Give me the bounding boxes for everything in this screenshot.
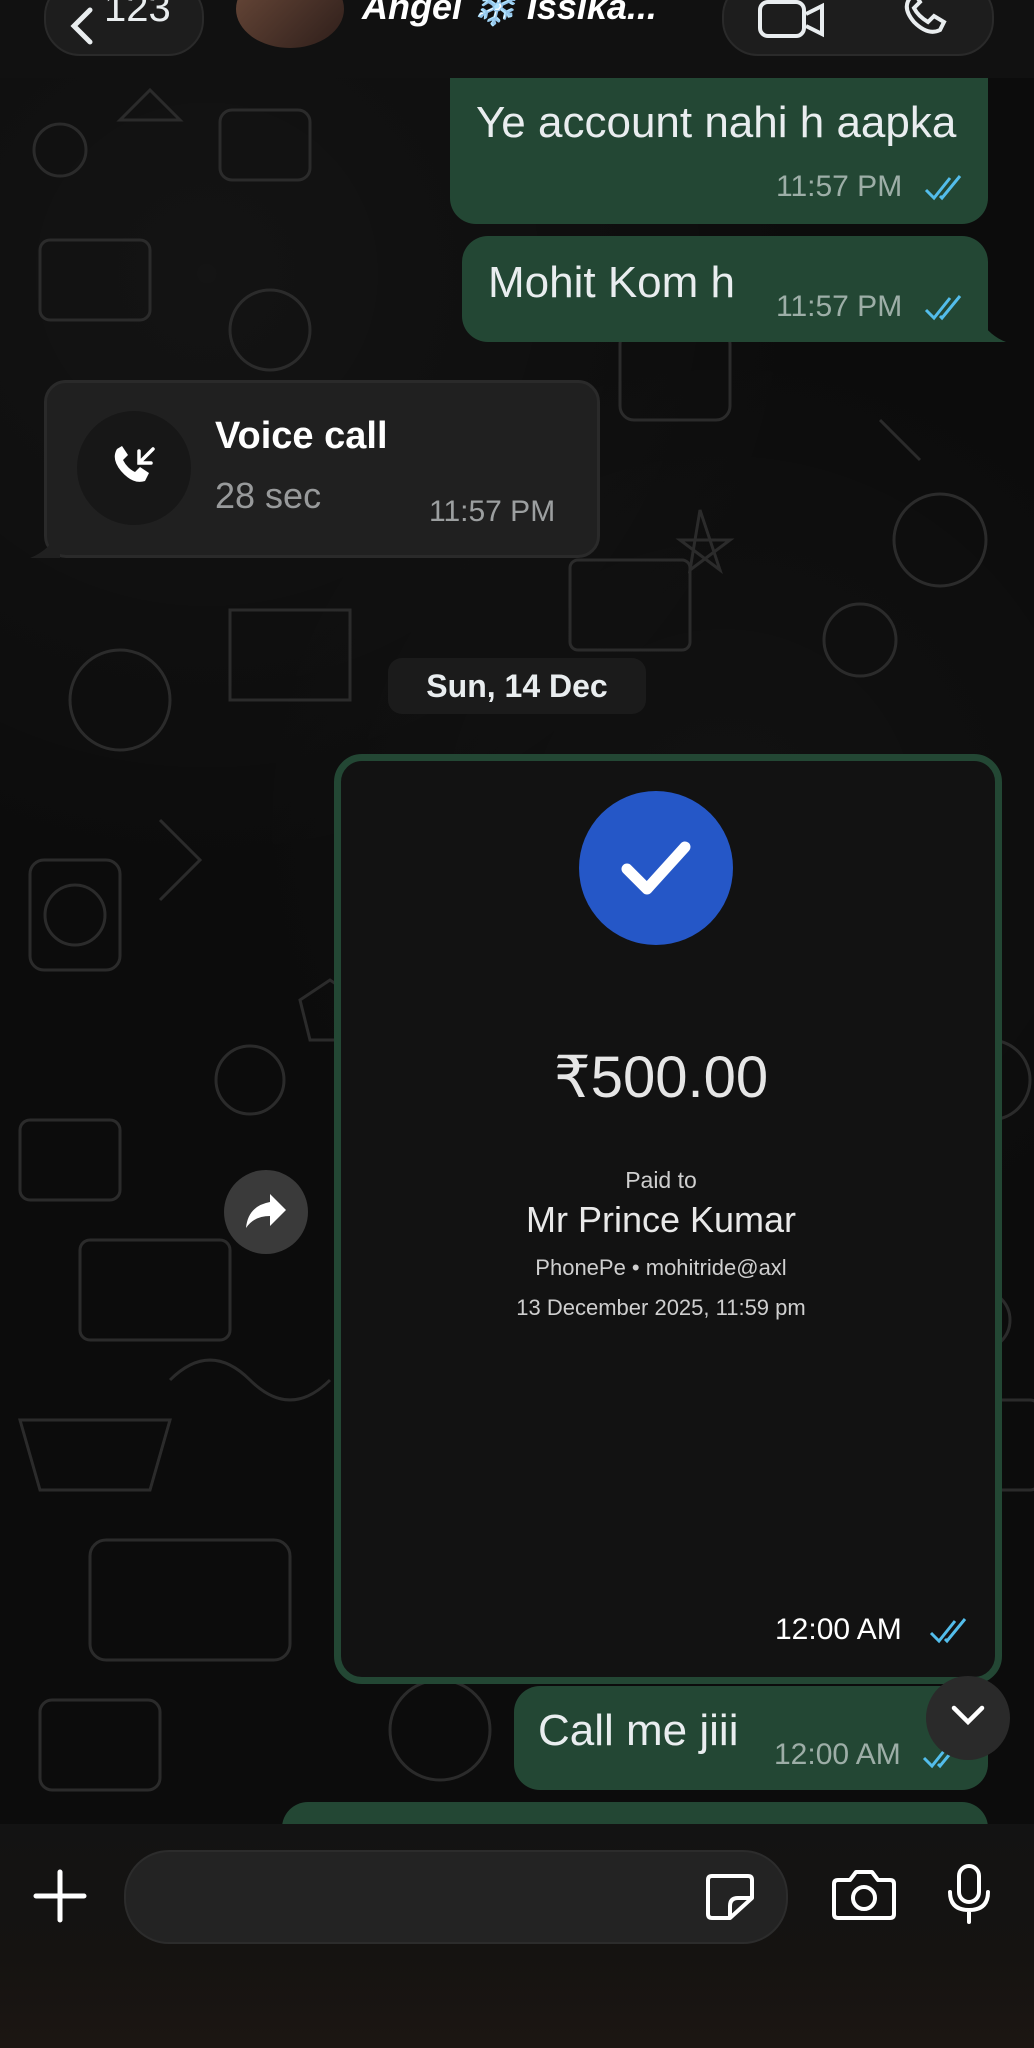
call-duration: 28 sec [215, 475, 322, 516]
message-time: 11:57 PM [429, 495, 556, 528]
payment-method: PhonePe • mohitride@axl [535, 1255, 787, 1280]
plus-icon[interactable] [32, 1868, 88, 1924]
video-call-icon[interactable] [756, 0, 828, 40]
message-time: 11:57 PM [776, 290, 903, 323]
avatar[interactable] [236, 0, 344, 48]
message-time: 11:57 PM [776, 170, 903, 203]
chevron-left-icon [70, 7, 93, 45]
chevron-down-icon [951, 1705, 985, 1726]
call-actions [722, 0, 994, 56]
success-check-circle [579, 791, 733, 945]
outgoing-message[interactable]: Ye account nahi h aapka 11:57 PM [450, 78, 988, 224]
mic-icon[interactable] [944, 1862, 994, 1926]
outgoing-message[interactable]: Call me jiii 12:00 AM [514, 1686, 988, 1790]
unread-count: 123 [104, 0, 171, 30]
outgoing-message[interactable]: Mohit Kom h 11:57 PM [462, 236, 988, 342]
phone-icon[interactable] [900, 0, 956, 36]
message-input[interactable] [124, 1850, 788, 1944]
message-time: 12:00 AM [774, 1738, 901, 1771]
checkmark-icon [621, 841, 691, 895]
payee-name: Mr Prince Kumar [525, 1199, 797, 1240]
message-text: Ye account nahi h aapka [476, 98, 957, 147]
incoming-call-icon [114, 446, 155, 482]
message-text: Call me jiii [538, 1706, 739, 1755]
forward-icon [246, 1194, 286, 1228]
paid-to-label: Paid to [625, 1167, 697, 1193]
chat-header: 123 Angel ❄️ Issika... [0, 0, 1034, 78]
payment-datetime: 13 December 2025, 11:59 pm [516, 1295, 806, 1320]
call-title: Voice call [215, 415, 388, 457]
call-icon-circle [77, 411, 191, 525]
camera-icon[interactable] [832, 1868, 896, 1922]
message-time: 12:00 AM [775, 1613, 902, 1646]
read-ticks-icon [929, 1618, 967, 1644]
bubble-tail [30, 530, 60, 558]
read-ticks-icon [924, 175, 962, 201]
payment-amount: ₹500.00 [553, 1045, 769, 1110]
date-divider: Sun, 14 Dec [388, 658, 646, 714]
read-ticks-icon [924, 295, 962, 321]
payment-receipt-image[interactable]: ₹500.00 Paid to Mr Prince Kumar PhonePe … [334, 754, 1002, 1684]
message-text: Mohit Kom h [488, 258, 735, 307]
contact-name[interactable]: Angel ❄️ Issika... [362, 0, 657, 28]
scroll-to-bottom-button[interactable] [926, 1676, 1010, 1760]
voice-call-bubble[interactable]: Voice call 28 sec 11:57 PM [44, 380, 600, 558]
forward-button[interactable] [224, 1170, 308, 1254]
sticker-icon[interactable] [704, 1872, 756, 1922]
bubble-tail [980, 320, 1006, 342]
compose-bar [0, 1824, 1034, 2048]
